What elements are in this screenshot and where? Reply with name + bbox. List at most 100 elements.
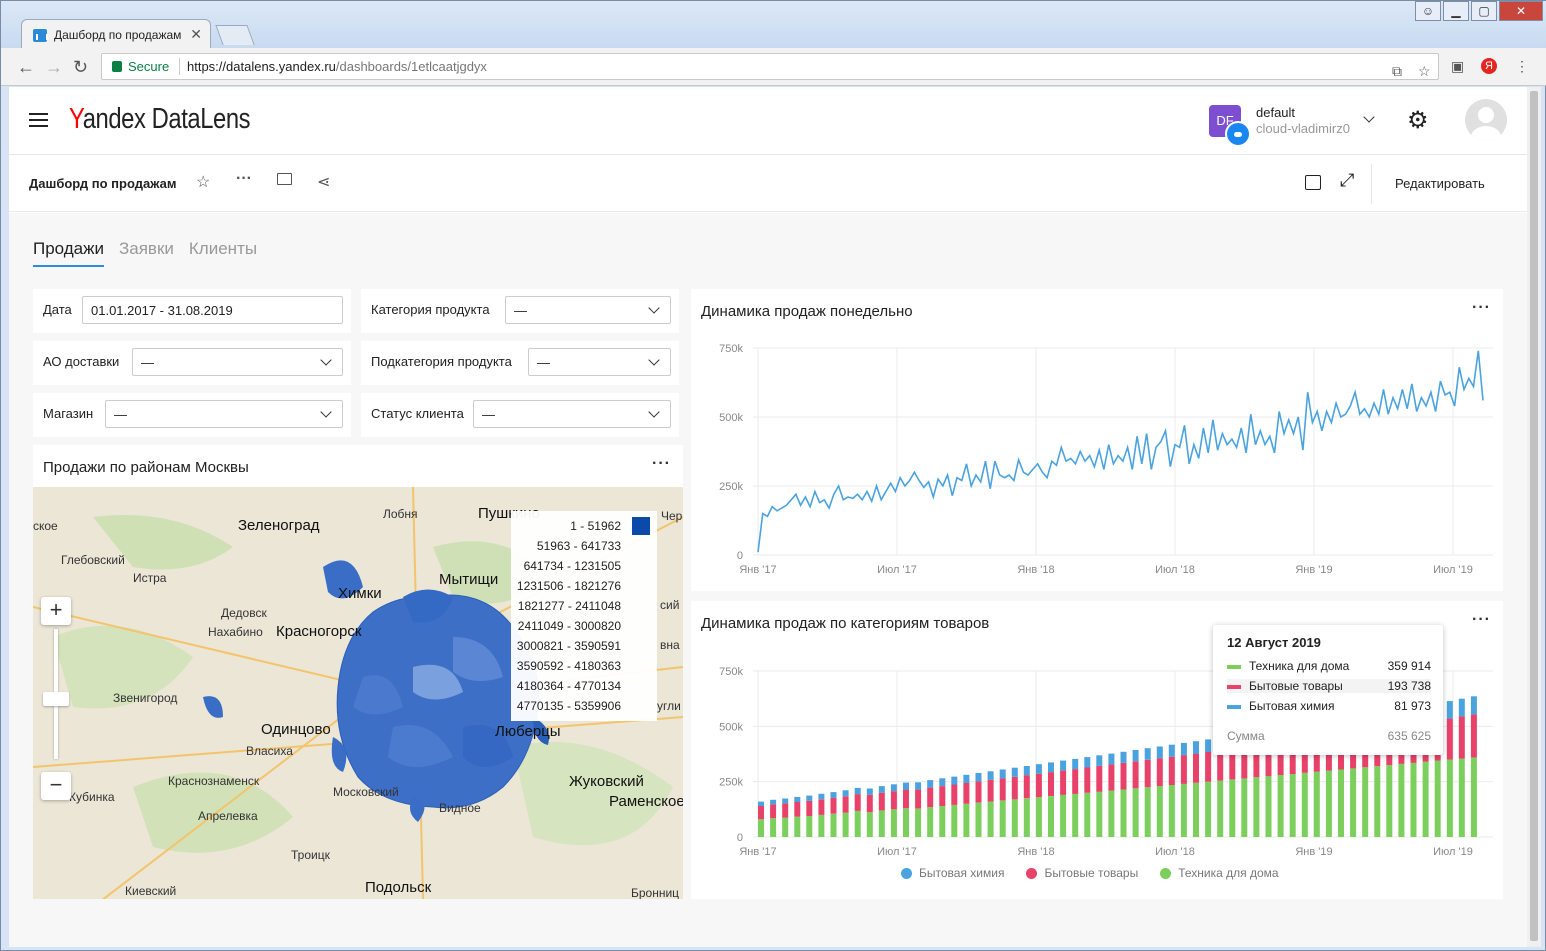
- bar-segment: [1023, 775, 1030, 799]
- zoom-in-button[interactable]: +: [41, 597, 71, 625]
- bar-segment: [794, 796, 801, 802]
- bar-segment: [1120, 789, 1127, 837]
- bar-segment: [1193, 753, 1199, 783]
- bar-segment: [890, 784, 897, 792]
- tooltip-series-name: Техника для дома: [1249, 659, 1350, 673]
- series-color-swatch: [1227, 664, 1241, 669]
- tab-clients[interactable]: Клиенты: [189, 239, 257, 267]
- bar-segment: [758, 801, 764, 806]
- share-icon[interactable]: ⋖: [317, 172, 330, 192]
- maximize-icon[interactable]: ▢: [1471, 1, 1497, 21]
- bar-segment: [1072, 769, 1079, 794]
- subcategory-select[interactable]: —: [528, 348, 671, 376]
- bar-segment: [1023, 766, 1030, 776]
- bar-segment: [975, 781, 982, 803]
- bar-segment: [987, 771, 994, 780]
- bar-segment: [782, 798, 789, 804]
- url-input[interactable]: Secure https://datalens.yandex.ru/dashbo…: [101, 53, 1439, 80]
- tab-sales[interactable]: Продажи: [33, 239, 104, 267]
- favorite-star-icon[interactable]: ☆: [196, 172, 210, 192]
- x-tick-label: Июл '19: [1433, 846, 1473, 858]
- reload-icon[interactable]: ↻: [73, 57, 88, 78]
- bar-segment: [1084, 792, 1091, 837]
- date-range-input[interactable]: 01.01.2017 - 31.08.2019: [82, 296, 343, 324]
- forward-arrow-icon[interactable]: →: [45, 57, 63, 78]
- more-icon[interactable]: ···: [652, 455, 671, 473]
- datalens-app: Yandex DataLens DF default cloud-vladimi…: [9, 87, 1527, 947]
- bar-segment: [854, 787, 861, 795]
- bar-segment: [1060, 760, 1067, 771]
- chevron-down-icon: [320, 406, 332, 418]
- bar-segment: [878, 786, 885, 793]
- legend-item[interactable]: Техника для дома: [1160, 866, 1279, 880]
- tab-title: Дашборд по продажам: [54, 28, 182, 42]
- bar-segment: [1386, 765, 1393, 837]
- extension-icon[interactable]: ▣: [1451, 58, 1464, 75]
- page-scrollbar[interactable]: [1527, 87, 1541, 947]
- shop-select[interactable]: —: [105, 400, 343, 428]
- bar-segment: [903, 782, 909, 790]
- app-header: Yandex DataLens DF default cloud-vladimi…: [9, 87, 1527, 155]
- legend-item[interactable]: Бытовая химия: [901, 866, 1004, 880]
- yandex-extension-icon[interactable]: Я: [1481, 58, 1497, 74]
- bar-segment: [1410, 762, 1417, 837]
- x-tick-label: Янв '18: [1017, 564, 1054, 576]
- bar-segment: [782, 817, 789, 837]
- tab-requests[interactable]: Заявки: [119, 239, 174, 267]
- yandex-datalens-logo[interactable]: Yandex DataLens: [69, 103, 251, 136]
- bar-segment: [866, 788, 873, 795]
- back-arrow-icon[interactable]: ←: [17, 57, 35, 78]
- bar-segment: [927, 787, 934, 808]
- bar-segment: [939, 806, 946, 837]
- bar-segment: [1180, 783, 1187, 837]
- bar-segment: [1458, 758, 1465, 837]
- close-window-icon[interactable]: ✕: [1499, 1, 1543, 21]
- user-avatar[interactable]: [1465, 99, 1507, 141]
- tooltip-series-value: 193 738: [1387, 679, 1431, 693]
- browser-tab[interactable]: Дашборд по продажам ✕: [21, 19, 211, 49]
- subcategory-filter: Подкатегория продукта —: [361, 341, 679, 385]
- weekly-line-chart[interactable]: 750k 500k 250k 0 Янв '17 Июл '17 Янв '18 Июл '1…: [691, 289, 1503, 591]
- gear-icon[interactable]: ⚙: [1407, 109, 1429, 133]
- tooltip-series-name: Бытовая химия: [1249, 699, 1335, 713]
- bar-segment: [1458, 698, 1465, 717]
- chevron-down-icon[interactable]: [1363, 111, 1375, 123]
- category-select[interactable]: —: [505, 296, 671, 324]
- bar-segment: [1470, 696, 1477, 715]
- translate-icon[interactable]: ⧉: [1392, 59, 1402, 84]
- bar-segment: [927, 780, 934, 788]
- bookmark-star-icon[interactable]: ☆: [1418, 59, 1431, 84]
- moscow-map[interactable]: Зеленоград Лобня Пушкино Чер ское Глебов…: [33, 487, 683, 899]
- map-label: Звенигород: [113, 691, 178, 705]
- bar-segment: [999, 800, 1006, 837]
- account-name[interactable]: default: [1256, 105, 1295, 120]
- legend-item[interactable]: Бытовые товары: [1026, 866, 1138, 880]
- close-tab-icon[interactable]: ✕: [190, 26, 202, 43]
- bar-segment: [999, 769, 1006, 779]
- bar-segment: [963, 783, 970, 804]
- map-label: Одинцово: [261, 721, 331, 738]
- x-tick-label: Янв '18: [1017, 846, 1054, 858]
- status-select[interactable]: —: [473, 400, 671, 428]
- menu-icon[interactable]: [29, 113, 48, 127]
- user-profile-icon[interactable]: ☺: [1415, 1, 1441, 21]
- edit-button[interactable]: Редактировать: [1395, 176, 1485, 191]
- delivery-select[interactable]: —: [132, 348, 343, 376]
- folder-icon[interactable]: [277, 173, 292, 185]
- bar-segment: [1096, 766, 1103, 792]
- browser-menu-icon[interactable]: ⋮: [1515, 58, 1529, 75]
- scrollbar-thumb[interactable]: [1530, 91, 1538, 941]
- toc-panel-icon[interactable]: [1305, 175, 1321, 190]
- more-icon[interactable]: ···: [236, 170, 252, 188]
- bar-segment: [1205, 739, 1212, 752]
- fullscreen-icon[interactable]: ⤢: [1340, 170, 1354, 191]
- zoom-slider-thumb[interactable]: [43, 692, 69, 706]
- tooltip-series-value: 359 914: [1387, 659, 1431, 673]
- bar-segment: [878, 810, 885, 837]
- tooltip-sum-value: 635 625: [1387, 729, 1431, 743]
- account-cloud[interactable]: cloud-vladimirz0: [1256, 121, 1350, 136]
- minimize-icon[interactable]: ▁: [1443, 1, 1469, 21]
- window-controls: ☺ ▁ ▢ ✕: [1415, 1, 1543, 21]
- zoom-out-button[interactable]: −: [41, 772, 71, 800]
- new-tab-button[interactable]: [215, 25, 255, 45]
